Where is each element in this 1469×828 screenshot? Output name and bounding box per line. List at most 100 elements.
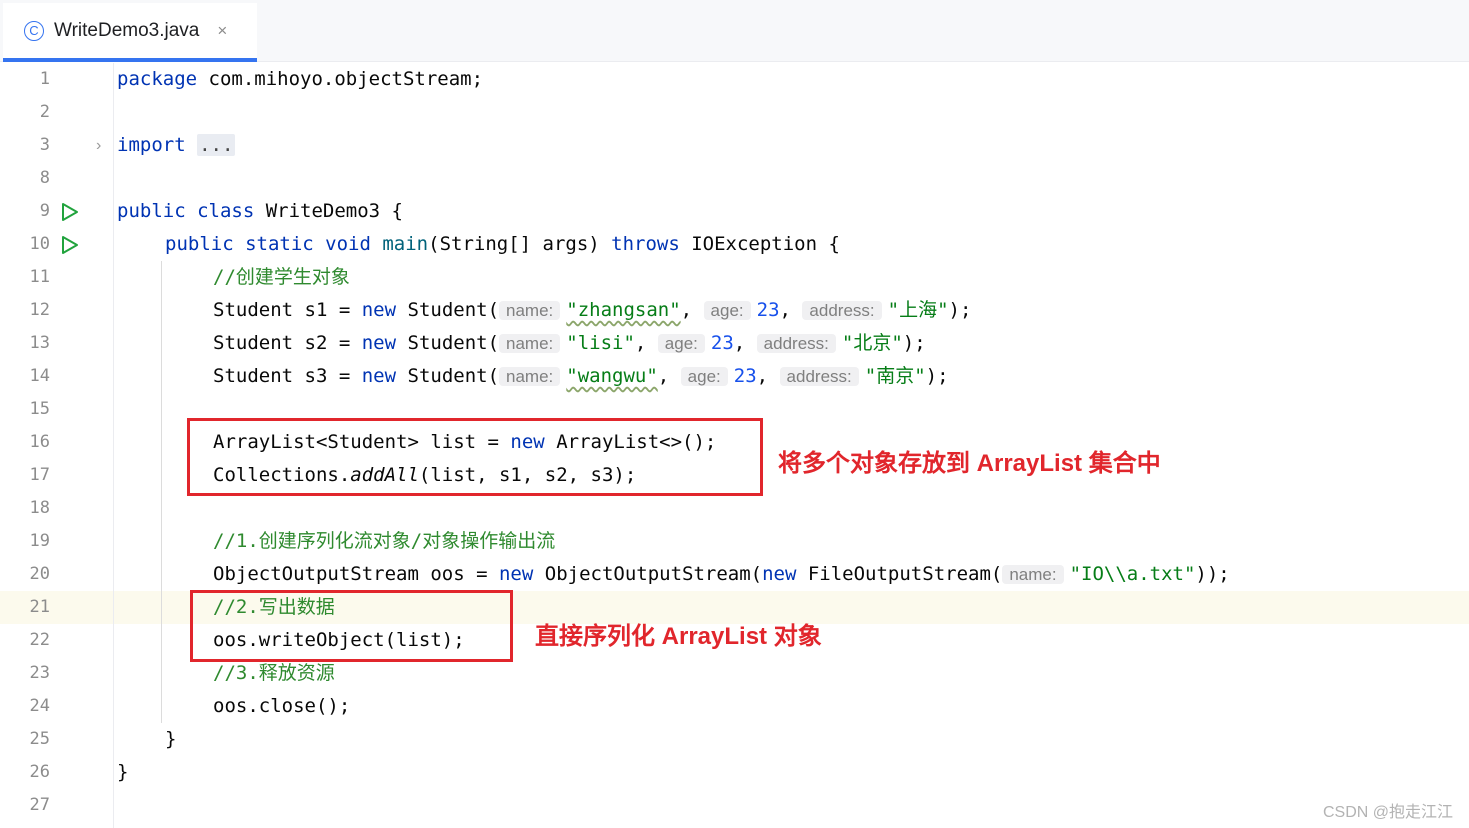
param-hint: address:: [779, 367, 859, 386]
number: 23: [710, 332, 734, 354]
line-number: 26: [29, 762, 50, 782]
type: Student: [213, 332, 305, 354]
method-name: main: [382, 233, 429, 255]
code-line-26: }: [117, 761, 129, 783]
keyword: new: [762, 563, 797, 585]
comma: ,: [779, 299, 803, 321]
code-line-12: Student s1 = new Student(name: "zhangsan"…: [213, 294, 971, 327]
keyword: new: [498, 563, 534, 585]
close-paren: );: [902, 332, 926, 354]
highlight-box-arraylist: [187, 418, 763, 496]
ctor: Student(: [396, 365, 500, 387]
param-hint: age:: [657, 334, 705, 353]
package-name: com.mihoyo.objectStream;: [197, 68, 484, 90]
ctor: Student(: [396, 299, 500, 321]
line-number: 19: [29, 531, 50, 551]
annotation-serialize: 直接序列化 ArrayList 对象: [535, 623, 822, 650]
param-hint: name:: [1002, 565, 1064, 584]
line-number: 13: [29, 333, 50, 353]
close-paren: );: [948, 299, 972, 321]
exception: IOException {: [679, 233, 840, 255]
keyword: import: [117, 134, 186, 156]
line-number: 20: [29, 564, 50, 584]
string: "wangwu": [566, 365, 658, 387]
tab-title: WriteDemo3.java: [54, 19, 200, 41]
string: "南京": [864, 365, 926, 387]
line-number: 25: [29, 729, 50, 749]
param-hint: address:: [802, 301, 882, 320]
code-line-1: package com.mihoyo.objectStream;: [117, 63, 483, 96]
var: s3: [304, 365, 328, 387]
close-icon[interactable]: ×: [217, 21, 227, 41]
highlight-box-serialize: [190, 590, 513, 662]
string: "上海": [887, 299, 949, 321]
java-class-icon: C: [24, 20, 44, 41]
code-line-9: public class WriteDemo3 {: [117, 195, 403, 228]
line-number: 10: [29, 234, 50, 254]
param-hint: age:: [680, 367, 728, 386]
line-number: 11: [29, 267, 50, 287]
comment-line-19: //1.创建序列化流对象/对象操作输出流: [213, 530, 556, 552]
folded-imports[interactable]: ...: [197, 134, 236, 156]
close-paren: ));: [1195, 563, 1230, 585]
indent-guide: [161, 261, 162, 723]
param-hint: name:: [499, 301, 561, 320]
keyword: throws: [611, 233, 680, 255]
param-hint: age:: [703, 301, 751, 320]
line-number: 17: [29, 465, 50, 485]
param-hint: name:: [499, 334, 561, 353]
line-number: 9: [39, 201, 50, 221]
line-number: 8: [39, 168, 50, 188]
comma: ,: [634, 332, 658, 354]
type: Student: [213, 299, 305, 321]
line-number: 14: [29, 366, 50, 386]
line-number: 1: [39, 69, 50, 89]
line-number: 12: [29, 300, 50, 320]
code-line-10: public static void main(String[] args) t…: [165, 228, 840, 261]
code-line-13: Student s2 = new Student(name: "lisi", ag…: [213, 327, 926, 360]
keyword: new: [361, 365, 397, 387]
line-number: 15: [29, 399, 50, 419]
ctor: ObjectOutputStream(: [533, 563, 763, 585]
keyword: public static void: [165, 233, 371, 255]
annotation-arraylist: 将多个对象存放到 ArrayList 集合中: [778, 450, 1161, 477]
number: 23: [756, 299, 780, 321]
gutter-divider: [113, 63, 114, 828]
tab-writedemo3[interactable]: C WriteDemo3.java ×: [3, 3, 257, 62]
args: ();: [315, 695, 351, 717]
code-line-14: Student s3 = new Student(name: "wangwu", …: [213, 360, 949, 393]
run-class-icon[interactable]: [60, 202, 80, 222]
keyword: new: [361, 332, 397, 354]
var: s1: [304, 299, 328, 321]
comma: ,: [657, 365, 681, 387]
op: =: [327, 332, 362, 354]
code-line-24: oos.close();: [213, 690, 350, 723]
params: (String[] args): [428, 233, 612, 255]
comma: ,: [756, 365, 780, 387]
line-number: 21: [29, 597, 50, 617]
string: "IO\\a.txt": [1069, 563, 1196, 585]
fold-arrow-icon[interactable]: ›: [96, 129, 101, 162]
op: =: [327, 365, 362, 387]
param-hint: address:: [756, 334, 836, 353]
op: =: [327, 299, 362, 321]
object-ref: oos.: [213, 695, 259, 717]
keyword: public class: [117, 200, 255, 222]
line-number: 2: [39, 102, 50, 122]
line-number: 23: [29, 663, 50, 683]
run-main-icon[interactable]: [60, 235, 80, 255]
comma: ,: [680, 299, 704, 321]
keyword: package: [117, 68, 198, 90]
comment-line-11: //创建学生对象: [213, 266, 350, 288]
var: s2: [304, 332, 328, 354]
editor-tab-bar: C WriteDemo3.java ×: [0, 0, 1469, 62]
type: Student: [213, 365, 305, 387]
string: "zhangsan": [566, 299, 681, 321]
watermark: CSDN @抱走江江: [1322, 804, 1453, 821]
line-number: 18: [29, 498, 50, 518]
declaration: ObjectOutputStream oos =: [213, 563, 499, 585]
comma: ,: [733, 332, 757, 354]
number: 23: [733, 365, 757, 387]
line-number: 27: [29, 795, 50, 815]
string: "北京": [841, 332, 903, 354]
